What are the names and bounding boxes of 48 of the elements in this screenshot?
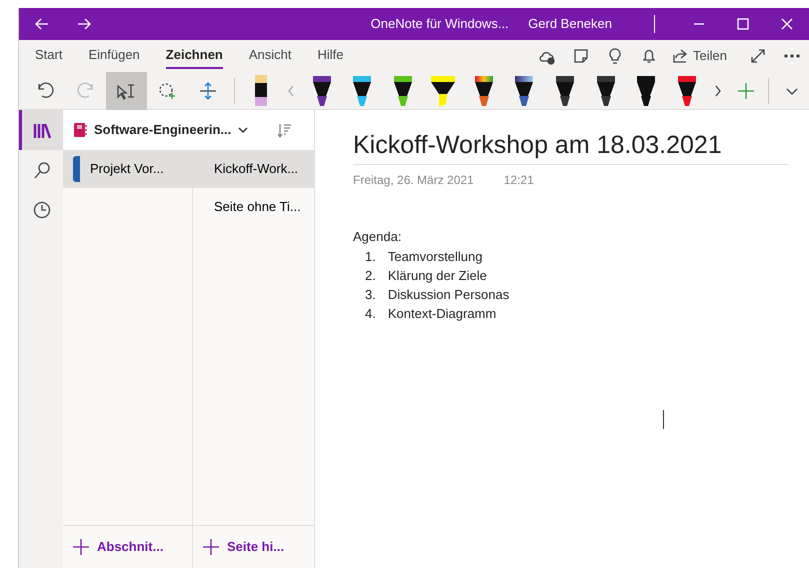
text-cursor xyxy=(663,410,664,429)
list-number: 3. xyxy=(365,286,376,304)
list-item-text: Kontext-Diagramm xyxy=(388,304,496,322)
pen-icon xyxy=(553,73,577,108)
chevron-down-icon xyxy=(238,126,248,134)
ribbon-tab[interactable]: Ansicht xyxy=(248,43,292,69)
ribbon-tab[interactable]: Zeichnen xyxy=(166,43,223,69)
search-icon xyxy=(33,160,52,180)
page-date: Freitag, 26. März 2021 xyxy=(353,172,474,189)
clock-icon xyxy=(33,200,52,220)
plus-icon xyxy=(73,539,89,555)
dashed-circle-plus-icon xyxy=(157,80,178,100)
notebook-icon xyxy=(73,122,87,138)
page-time: 12:21 xyxy=(504,172,534,189)
list-item-text: Teamvorstellung xyxy=(388,248,482,266)
agenda-heading: Agenda: xyxy=(353,228,402,246)
section-tab[interactable]: Projekt Vor... xyxy=(63,150,192,188)
chevron-left-icon xyxy=(286,84,296,98)
page-title[interactable]: Kickoff-Workshop am 18.03.2021 xyxy=(353,130,789,165)
vertical-arrows-icon xyxy=(198,80,218,100)
share-button[interactable]: Teilen xyxy=(672,42,727,70)
plus-icon xyxy=(203,539,219,555)
right-arrow-icon xyxy=(77,16,93,32)
list-number: 1. xyxy=(365,248,376,266)
list-number: 2. xyxy=(365,266,376,284)
add-section-button[interactable]: Abschnit... xyxy=(63,526,170,568)
notebooks-button[interactable] xyxy=(19,110,63,150)
list-item-text: Diskussion Personas xyxy=(388,286,510,304)
ribbon-tab[interactable]: Einfügen xyxy=(88,43,140,69)
ribbon-tab[interactable]: Start xyxy=(35,43,62,69)
share-icon xyxy=(672,48,688,64)
chevron-right-icon xyxy=(712,84,723,98)
window-title: OneNote für Windows... xyxy=(370,15,509,34)
left-arrow-icon xyxy=(33,16,49,32)
page-tab[interactable]: Kickoff-Work... xyxy=(193,150,314,188)
sort-icon xyxy=(277,122,292,138)
maximize-icon xyxy=(736,18,750,30)
close-icon xyxy=(780,18,794,30)
books-icon xyxy=(33,120,52,140)
highlighter-icon xyxy=(431,73,456,108)
ribbon-tab[interactable]: Hilfe xyxy=(318,43,344,69)
ink-to-text-button[interactable] xyxy=(106,72,147,110)
page-tab[interactable]: Seite ohne Ti... xyxy=(193,188,314,226)
list-item-text: Klärung der Ziele xyxy=(388,266,487,284)
add-page-button[interactable]: Seite hi... xyxy=(193,526,290,568)
user-name: Gerd Beneken xyxy=(528,15,612,34)
list-number: 4. xyxy=(365,304,376,322)
plus-icon xyxy=(736,82,755,100)
